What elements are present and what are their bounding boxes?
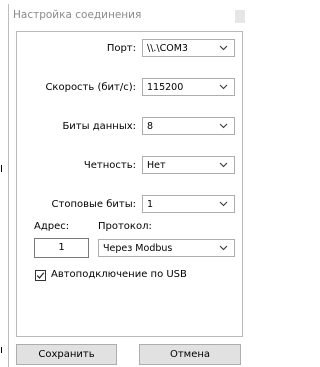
speed-label: Скорость (бит/с):: [45, 82, 136, 93]
screen-edge-mark-2: [1, 347, 2, 353]
autoconnect-label[interactable]: Автоподключение по USB: [51, 269, 187, 280]
protocol-value: Через Modbus: [103, 243, 173, 254]
parity-label: Четность:: [83, 160, 136, 171]
save-button[interactable]: Сохранить: [16, 344, 117, 365]
chevron-down-icon: [219, 84, 228, 90]
settings-panel: Порт: \\.\COM3 Скорость (бит/с): 115200 …: [16, 31, 243, 337]
autoconnect-checkbox[interactable]: [35, 270, 46, 281]
speed-value: 115200: [147, 82, 184, 93]
stopbits-value: 1: [147, 199, 154, 210]
speed-select[interactable]: 115200: [142, 78, 235, 96]
parity-select[interactable]: Нет: [142, 156, 235, 174]
chevron-down-icon: [219, 201, 228, 207]
address-input[interactable]: 1: [34, 238, 89, 258]
databits-label: Биты данных:: [62, 121, 136, 132]
cancel-button[interactable]: Отмена: [139, 344, 241, 365]
screen-edge-mark-1: [1, 165, 2, 172]
chevron-down-icon: [219, 162, 228, 168]
window-title: Настройка соединения: [13, 9, 142, 21]
checkmark-icon: [36, 272, 45, 279]
port-select[interactable]: \\.\COM3: [142, 39, 235, 57]
title-bar-control[interactable]: [235, 10, 245, 23]
chevron-down-icon: [219, 245, 228, 251]
address-label: Адрес:: [34, 221, 70, 232]
stopbits-label: Стоповые биты:: [51, 199, 136, 210]
databits-value: 8: [147, 121, 154, 132]
title-bar: Настройка соединения: [9, 4, 245, 26]
parity-value: Нет: [147, 160, 166, 171]
chevron-down-icon: [219, 123, 228, 129]
databits-select[interactable]: 8: [142, 117, 235, 135]
protocol-label: Протокол:: [98, 221, 152, 232]
chevron-down-icon: [219, 45, 228, 51]
port-label: Порт:: [106, 43, 136, 54]
stopbits-select[interactable]: 1: [142, 195, 235, 213]
connection-settings-window: Настройка соединения Порт: \\.\COM3 Скор…: [8, 4, 245, 367]
protocol-select[interactable]: Через Modbus: [98, 239, 235, 257]
port-value: \\.\COM3: [147, 43, 188, 54]
